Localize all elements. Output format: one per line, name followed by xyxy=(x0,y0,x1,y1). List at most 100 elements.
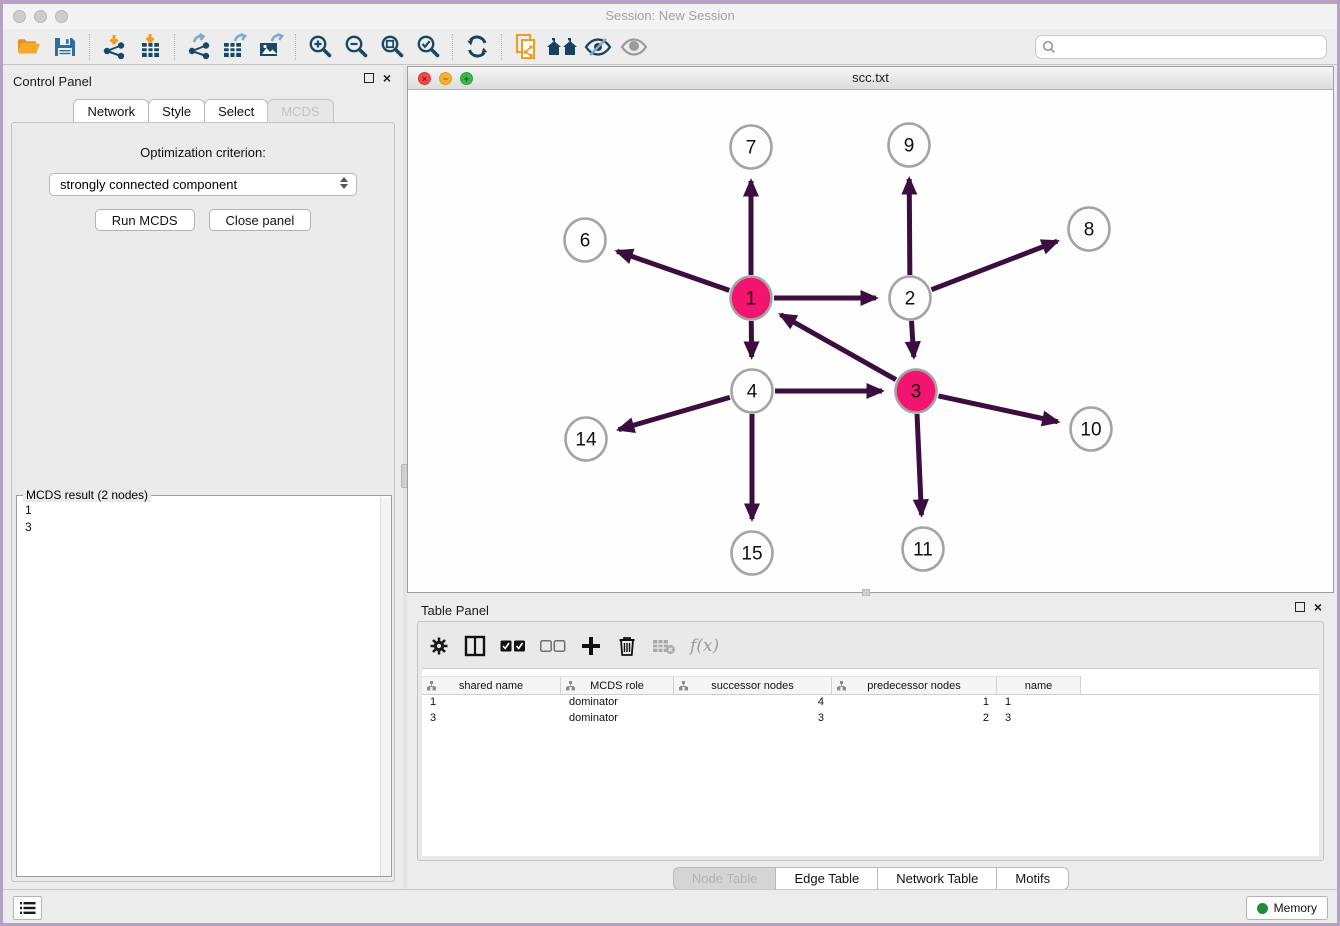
delete-row-icon[interactable] xyxy=(616,634,638,658)
graph-node-label-4: 4 xyxy=(747,382,758,403)
toolbar-separator xyxy=(452,34,453,60)
table-row[interactable]: 1dominator411 xyxy=(422,695,1319,711)
graph-edge-3-10[interactable] xyxy=(938,396,1057,422)
title-bar: Session: New Session xyxy=(3,4,1337,29)
show-all-icon[interactable] xyxy=(616,32,652,62)
table-cell[interactable]: 3 xyxy=(422,711,561,727)
select-all-icon[interactable] xyxy=(500,634,526,658)
table-cell[interactable]: 1 xyxy=(997,695,1081,711)
column-type-icon xyxy=(566,681,575,694)
float-panel-icon[interactable] xyxy=(364,73,374,83)
table-body: 1dominator4113dominator323 xyxy=(422,695,1319,727)
network-view-window: × − + scc.txt 1234678910111415 xyxy=(407,66,1334,593)
float-table-panel-icon[interactable] xyxy=(1295,602,1305,612)
export-image-icon[interactable] xyxy=(253,32,289,62)
memory-label: Memory xyxy=(1274,901,1317,915)
graph-edge-3-11[interactable] xyxy=(917,414,921,515)
network-from-clipboard-icon[interactable] xyxy=(508,32,544,62)
tab-motifs[interactable]: Motifs xyxy=(996,867,1069,890)
application-window: Session: New Session xyxy=(0,0,1340,926)
table-cell[interactable]: 2 xyxy=(832,711,997,727)
close-table-panel-icon[interactable]: × xyxy=(1314,602,1322,612)
table-cell[interactable]: 3 xyxy=(674,711,832,727)
node-table: shared nameMCDS rolesuccessor nodesprede… xyxy=(422,668,1319,856)
network-title: scc.txt xyxy=(408,70,1333,85)
graph-edge-2-9[interactable] xyxy=(909,179,910,275)
graph-node-label-7: 7 xyxy=(746,138,757,159)
tab-style[interactable]: Style xyxy=(148,99,205,122)
table-cell[interactable]: 1 xyxy=(832,695,997,711)
zoom-selected-icon[interactable] xyxy=(410,32,446,62)
first-neighbors-icon[interactable] xyxy=(544,32,580,62)
table-cell[interactable]: dominator xyxy=(561,711,674,727)
add-row-icon[interactable] xyxy=(580,634,602,658)
graph-node-label-10: 10 xyxy=(1080,420,1101,441)
tab-node-table[interactable]: Node Table xyxy=(673,867,777,890)
import-network-icon[interactable] xyxy=(96,32,132,62)
export-table-icon[interactable] xyxy=(217,32,253,62)
result-scrollbar[interactable] xyxy=(380,498,391,876)
settings-gear-icon[interactable] xyxy=(428,634,450,658)
table-header-row: shared nameMCDS rolesuccessor nodesprede… xyxy=(422,676,1319,695)
column-header-MCDS-role[interactable]: MCDS role xyxy=(561,676,674,694)
graph-edge-3-1[interactable] xyxy=(781,315,896,380)
graph-node-label-9: 9 xyxy=(904,136,915,157)
close-panel-icon[interactable]: × xyxy=(383,73,391,83)
graph-node-label-6: 6 xyxy=(580,231,591,252)
hide-selected-icon[interactable] xyxy=(580,32,616,62)
table-row[interactable]: 3dominator323 xyxy=(422,711,1319,727)
apply-layout-icon[interactable] xyxy=(459,32,495,62)
control-panel: Control Panel × Network Style Select MCD… xyxy=(3,66,403,889)
graph-edge-2-8[interactable] xyxy=(931,241,1057,289)
zoom-out-icon[interactable] xyxy=(338,32,374,62)
horizontal-splitter-handle[interactable] xyxy=(862,589,870,596)
graph-edge-1-6[interactable] xyxy=(617,251,729,290)
table-cell[interactable]: 4 xyxy=(674,695,832,711)
tab-network-table[interactable]: Network Table xyxy=(877,867,997,890)
graph-node-label-8: 8 xyxy=(1084,220,1095,241)
toolbar-separator xyxy=(295,34,296,60)
table-cell[interactable]: dominator xyxy=(561,695,674,711)
status-bar: Memory xyxy=(3,889,1337,923)
tab-network[interactable]: Network xyxy=(73,99,149,122)
mcds-result-box: MCDS result (2 nodes) 1 3 xyxy=(16,495,392,877)
graph-node-label-1: 1 xyxy=(746,289,757,310)
tab-edge-table[interactable]: Edge Table xyxy=(775,867,878,890)
column-header-shared-name[interactable]: shared name xyxy=(422,676,561,694)
import-table-icon[interactable] xyxy=(132,32,168,62)
column-header-predecessor-nodes[interactable]: predecessor nodes xyxy=(832,676,997,694)
table-cell[interactable]: 1 xyxy=(422,695,561,711)
graph-edge-4-14[interactable] xyxy=(619,397,730,429)
zoom-in-icon[interactable] xyxy=(302,32,338,62)
chevron-up-down-icon xyxy=(340,177,348,189)
memory-button[interactable]: Memory xyxy=(1246,896,1328,920)
graph-edge-2-3[interactable] xyxy=(911,321,913,357)
network-canvas[interactable]: 1234678910111415 xyxy=(408,90,1333,592)
table-toolbar: f(x) xyxy=(428,628,719,664)
tab-mcds[interactable]: MCDS xyxy=(267,99,333,122)
column-header-name[interactable]: name xyxy=(997,676,1081,694)
run-mcds-button[interactable]: Run MCDS xyxy=(95,209,195,231)
graph-node-label-2: 2 xyxy=(905,289,916,310)
toolbar-separator xyxy=(89,34,90,60)
criterion-dropdown[interactable]: strongly connected component xyxy=(49,173,357,196)
task-history-icon[interactable] xyxy=(13,896,42,920)
save-session-icon[interactable] xyxy=(47,32,83,62)
search-input[interactable] xyxy=(1060,40,1320,54)
delete-table-icon[interactable] xyxy=(652,634,676,658)
close-panel-button[interactable]: Close panel xyxy=(209,209,312,231)
export-network-icon[interactable] xyxy=(181,32,217,62)
network-window-titlebar[interactable]: × − + scc.txt xyxy=(408,67,1333,90)
function-builder-icon[interactable]: f(x) xyxy=(690,634,719,658)
mcds-tab-content: Optimization criterion: strongly connect… xyxy=(11,122,395,882)
select-none-icon[interactable] xyxy=(540,634,566,658)
tab-select[interactable]: Select xyxy=(204,99,268,122)
node-table-container: f(x) shared nameMCDS rolesuccessor nodes… xyxy=(417,621,1324,861)
search-box[interactable] xyxy=(1035,35,1327,59)
show-column-panel-icon[interactable] xyxy=(464,634,486,658)
mcds-result-text: 1 3 xyxy=(17,498,379,876)
open-folder-icon[interactable] xyxy=(11,32,47,62)
table-cell[interactable]: 3 xyxy=(997,711,1081,727)
column-header-successor-nodes[interactable]: successor nodes xyxy=(674,676,832,694)
zoom-fit-icon[interactable] xyxy=(374,32,410,62)
